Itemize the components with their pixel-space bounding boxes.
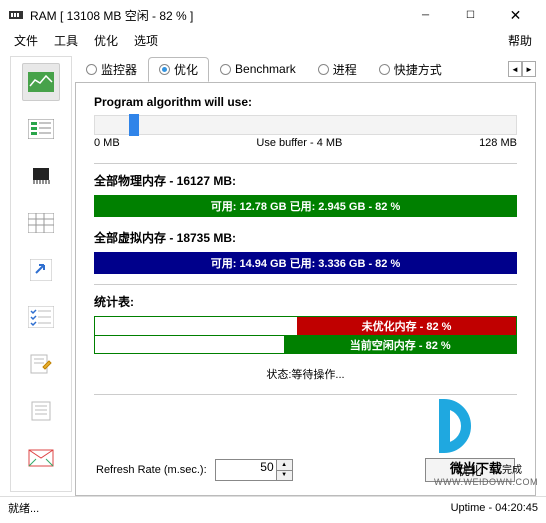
spinner-up[interactable]: ▲: [276, 460, 292, 470]
radio-icon: [159, 64, 170, 75]
physical-mem-bar: 可用: 12.78 GB 已用: 2.945 GB - 82 %: [94, 195, 517, 217]
optimize-panel: Program algorithm will use: 0 MB Use buf…: [75, 82, 536, 496]
close-button[interactable]: ✕: [493, 0, 538, 30]
menubar: 文件 工具 优化 选项 帮助: [0, 30, 546, 52]
radio-icon: [379, 64, 390, 75]
ram-icon: [8, 7, 24, 23]
spinner-down[interactable]: ▼: [276, 470, 292, 481]
refresh-rate-input[interactable]: 50 ▲ ▼: [215, 459, 293, 481]
tab-shortcuts[interactable]: 快捷方式: [368, 57, 453, 82]
spinner: ▲ ▼: [276, 460, 292, 480]
tab-scroll-right[interactable]: ►: [522, 61, 536, 77]
sidebar-item-chip[interactable]: [22, 157, 60, 195]
bottom-row: Refresh Rate (m.sec.): 50 ▲ ▼ 优化: [94, 455, 517, 485]
stats-box: 未优化内存 - 82 % 当前空闲内存 - 82 %: [94, 316, 517, 354]
sidebar-item-shortcut[interactable]: [22, 251, 60, 289]
tab-scroll-left[interactable]: ◄: [508, 61, 522, 77]
slider-min-label: 0 MB: [94, 137, 120, 149]
physical-mem-label: 全部物理内存 - 16127 MB:: [94, 172, 517, 189]
sidebar-item-table[interactable]: [22, 204, 60, 242]
statusbar-left: 就绪...: [8, 500, 451, 516]
menu-help[interactable]: 帮助: [500, 30, 540, 52]
tab-label: 快捷方式: [394, 61, 442, 78]
divider: [94, 284, 517, 285]
refresh-rate-label: Refresh Rate (m.sec.):: [96, 464, 207, 476]
statusbar-right: Uptime - 04:20:45: [451, 502, 538, 514]
radio-icon: [318, 64, 329, 75]
virtual-mem-value: 可用: 14.94 GB 已用: 3.336 GB - 82 %: [95, 253, 516, 273]
stat-unoptimized-value: 未优化内存 - 82 %: [297, 317, 516, 335]
sidebar-item-edit[interactable]: [22, 345, 60, 383]
radio-icon: [86, 64, 97, 75]
radio-icon: [220, 64, 231, 75]
slider-labels: 0 MB Use buffer - 4 MB 128 MB: [94, 137, 517, 149]
stat-row-idle: 当前空闲内存 - 82 %: [95, 335, 516, 353]
optimize-button[interactable]: 优化: [425, 458, 515, 482]
menu-optimize[interactable]: 优化: [86, 30, 126, 52]
buffer-slider-wrap: 0 MB Use buffer - 4 MB 128 MB: [94, 115, 517, 149]
menu-file[interactable]: 文件: [6, 30, 46, 52]
menu-tools[interactable]: 工具: [46, 30, 86, 52]
sidebar-item-checklist[interactable]: [22, 298, 60, 336]
content: 监控器 优化 Benchmark 进程 快捷方式 ◄ ► Program alg…: [75, 52, 546, 496]
tab-label: 监控器: [101, 61, 137, 78]
physical-mem-value: 可用: 12.78 GB 已用: 2.945 GB - 82 %: [95, 196, 516, 216]
maximize-button[interactable]: ☐: [448, 0, 493, 30]
algorithm-title: Program algorithm will use:: [94, 95, 517, 109]
optimize-button-label: 优化: [458, 462, 482, 479]
slider-max-label: 128 MB: [479, 137, 517, 149]
tabstrip: 监控器 优化 Benchmark 进程 快捷方式 ◄ ►: [75, 56, 536, 82]
status-text: 状态:等待操作...: [94, 360, 517, 384]
sidebar: [10, 56, 72, 492]
slider-thumb[interactable]: [129, 114, 139, 136]
tab-label: Benchmark: [235, 62, 296, 76]
tab-scroll: ◄ ►: [508, 61, 536, 77]
tab-label: 优化: [174, 61, 198, 78]
sidebar-item-monitor[interactable]: [22, 63, 60, 101]
virtual-mem-bar: 可用: 14.94 GB 已用: 3.336 GB - 82 %: [94, 252, 517, 274]
sidebar-item-mail[interactable]: [22, 439, 60, 477]
refresh-rate-value: 50: [260, 460, 273, 474]
stat-row-unoptimized: 未优化内存 - 82 %: [95, 317, 516, 335]
menu-options[interactable]: 选项: [126, 30, 166, 52]
main-area: 监控器 优化 Benchmark 进程 快捷方式 ◄ ► Program alg…: [0, 52, 546, 496]
statusbar: 就绪... Uptime - 04:20:45: [0, 496, 546, 518]
buffer-slider[interactable]: [94, 115, 517, 135]
tab-benchmark[interactable]: Benchmark: [209, 58, 307, 80]
titlebar: RAM [ 13108 MB 空闲 - 82 % ] ─ ☐ ✕: [0, 0, 546, 30]
minimize-button[interactable]: ─: [403, 0, 448, 30]
tab-label: 进程: [333, 61, 357, 78]
slider-mid-label: Use buffer - 4 MB: [256, 137, 342, 149]
virtual-mem-label: 全部虚拟内存 - 18735 MB:: [94, 229, 517, 246]
divider: [94, 394, 517, 395]
sidebar-item-doc[interactable]: [22, 392, 60, 430]
divider: [94, 163, 517, 164]
tab-optimize[interactable]: 优化: [148, 57, 209, 82]
stat-idle-value: 当前空闲内存 - 82 %: [284, 336, 516, 353]
tab-processes[interactable]: 进程: [307, 57, 368, 82]
window-title: RAM [ 13108 MB 空闲 - 82 % ]: [30, 7, 403, 24]
tab-monitor[interactable]: 监控器: [75, 57, 148, 82]
sidebar-item-list[interactable]: [22, 110, 60, 148]
stats-label: 统计表:: [94, 293, 517, 310]
